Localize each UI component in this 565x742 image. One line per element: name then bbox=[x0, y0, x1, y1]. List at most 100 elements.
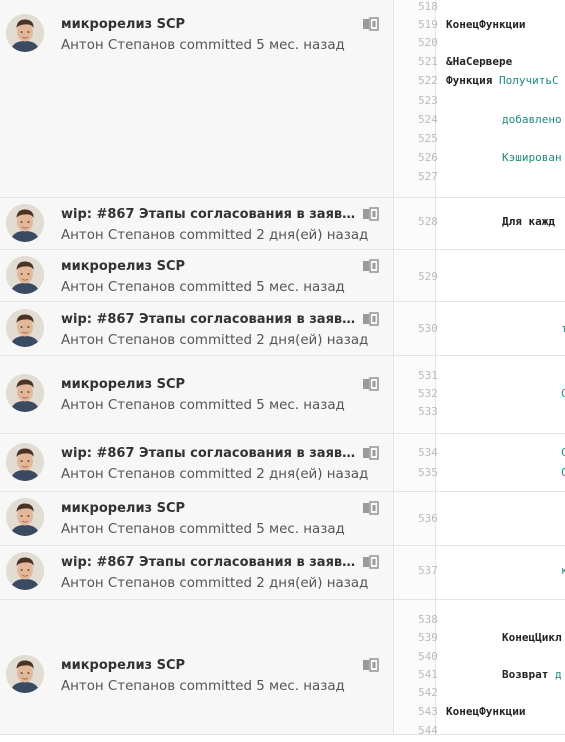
code-text: КонецФункции bbox=[446, 18, 525, 31]
line-number[interactable]: 543 bbox=[418, 705, 438, 718]
line-number[interactable]: 542 bbox=[418, 686, 438, 699]
code-text: Функция ПолучитьС bbox=[446, 74, 559, 87]
commit-action: committed bbox=[179, 467, 252, 482]
commit-title[interactable]: микрорелиз SCP bbox=[61, 658, 357, 673]
commit-time: 5 мес. назад bbox=[256, 522, 345, 537]
code-line: 533 bbox=[396, 405, 565, 423]
avatar[interactable] bbox=[6, 443, 44, 481]
code-text: С bbox=[561, 466, 565, 479]
line-number[interactable]: 531 bbox=[418, 369, 438, 382]
commit-title[interactable]: wip: #867 Этапы согласования в заявке на… bbox=[61, 446, 357, 461]
commit-author[interactable]: Антон Степанов bbox=[61, 228, 175, 243]
line-number[interactable]: 534 bbox=[418, 446, 438, 459]
line-number[interactable]: 533 bbox=[418, 405, 438, 418]
commit-byline: Антон Степанов committed 5 мес. назад bbox=[61, 679, 345, 694]
view-prior-blame-icon[interactable] bbox=[362, 554, 380, 569]
commit-time: 5 мес. назад bbox=[256, 280, 345, 295]
code-token: С bbox=[561, 446, 565, 459]
view-prior-blame-icon[interactable] bbox=[362, 206, 380, 221]
commit-byline: Антон Степанов committed 2 дня(ей) назад bbox=[61, 228, 368, 243]
line-number[interactable]: 540 bbox=[418, 650, 438, 663]
line-number[interactable]: 530 bbox=[418, 322, 438, 335]
avatar[interactable] bbox=[6, 552, 44, 590]
avatar[interactable] bbox=[6, 309, 44, 347]
commit-action: committed bbox=[179, 228, 252, 243]
commit-author[interactable]: Антон Степанов bbox=[61, 280, 175, 295]
line-number[interactable]: 544 bbox=[418, 724, 438, 737]
line-number[interactable]: 522 bbox=[418, 74, 438, 87]
code-line: 536 bbox=[396, 512, 565, 530]
commit-author[interactable]: Антон Степанов bbox=[61, 576, 175, 591]
line-number[interactable]: 523 bbox=[418, 94, 438, 107]
line-number[interactable]: 536 bbox=[418, 512, 438, 525]
commit-time: 2 дня(ей) назад bbox=[256, 467, 369, 482]
commit-title[interactable]: wip: #867 Этапы согласования в заявке на… bbox=[61, 312, 357, 327]
view-prior-blame-icon[interactable] bbox=[362, 500, 380, 515]
view-prior-blame-icon[interactable] bbox=[362, 16, 380, 31]
avatar[interactable] bbox=[6, 374, 44, 412]
avatar[interactable] bbox=[6, 498, 44, 536]
line-number[interactable]: 537 bbox=[418, 564, 438, 577]
commit-time: 5 мес. назад bbox=[256, 398, 345, 413]
commit-action: committed bbox=[179, 398, 252, 413]
avatar[interactable] bbox=[6, 14, 44, 52]
code-token: Возврат bbox=[502, 668, 549, 681]
avatar[interactable] bbox=[6, 256, 44, 294]
code-line: 540 bbox=[396, 650, 565, 668]
code-token: КонецЦикл bbox=[502, 631, 562, 644]
commit-title[interactable]: микрорелиз SCP bbox=[61, 259, 357, 274]
commit-title[interactable]: микрорелиз SCP bbox=[61, 377, 357, 392]
line-number[interactable]: 529 bbox=[418, 270, 438, 283]
commit-author[interactable]: Антон Степанов bbox=[61, 333, 175, 348]
line-number[interactable]: 538 bbox=[418, 613, 438, 626]
commit-author[interactable]: Антон Степанов bbox=[61, 467, 175, 482]
line-number[interactable]: 520 bbox=[418, 36, 438, 49]
commit-title[interactable]: микрорелиз SCP bbox=[61, 501, 357, 516]
code-line: 519 КонецФункции bbox=[396, 18, 565, 36]
code-line: 520 bbox=[396, 36, 565, 54]
avatar[interactable] bbox=[6, 204, 44, 242]
commit-action: committed bbox=[179, 280, 252, 295]
view-prior-blame-icon[interactable] bbox=[362, 376, 380, 391]
line-number[interactable]: 519 bbox=[418, 18, 438, 31]
line-number[interactable]: 532 bbox=[418, 387, 438, 400]
commit-time: 2 дня(ей) назад bbox=[256, 333, 369, 348]
commit-action: committed bbox=[179, 38, 252, 53]
line-number[interactable]: 535 bbox=[418, 466, 438, 479]
commit-action: committed bbox=[179, 522, 252, 537]
commit-title[interactable]: wip: #867 Этапы согласования в заявке на… bbox=[61, 207, 357, 222]
commit-time: 5 мес. назад bbox=[256, 679, 345, 694]
line-number[interactable]: 526 bbox=[418, 151, 438, 164]
view-prior-blame-icon[interactable] bbox=[362, 445, 380, 460]
line-number[interactable]: 539 bbox=[418, 631, 438, 644]
commit-author[interactable]: Антон Степанов bbox=[61, 522, 175, 537]
commit-title[interactable]: микрорелиз SCP bbox=[61, 17, 357, 32]
commit-title[interactable]: wip: #867 Этапы согласования в заявке на… bbox=[61, 555, 357, 570]
code-line: 531 bbox=[396, 369, 565, 387]
line-number[interactable]: 518 bbox=[418, 0, 438, 13]
code-text: к bbox=[561, 564, 565, 577]
code-line: 544 bbox=[396, 724, 565, 742]
line-number[interactable]: 528 bbox=[418, 215, 438, 228]
code-line: 538 bbox=[396, 613, 565, 631]
code-text: С bbox=[561, 387, 565, 400]
commit-byline: Антон Степанов committed 2 дня(ей) назад bbox=[61, 467, 368, 482]
hunk-meta bbox=[0, 434, 393, 491]
view-prior-blame-icon[interactable] bbox=[362, 258, 380, 273]
line-number[interactable]: 541 bbox=[418, 668, 438, 681]
avatar[interactable] bbox=[6, 655, 44, 693]
line-number[interactable]: 524 bbox=[418, 113, 438, 126]
commit-author[interactable]: Антон Степанов bbox=[61, 38, 175, 53]
code-text: КонецФункции bbox=[446, 705, 525, 718]
view-prior-blame-icon[interactable] bbox=[362, 657, 380, 672]
line-number[interactable]: 521 bbox=[418, 55, 438, 68]
line-number[interactable]: 525 bbox=[418, 132, 438, 145]
view-prior-blame-icon[interactable] bbox=[362, 311, 380, 326]
code-line: 526 Кэширован bbox=[396, 151, 565, 169]
code-token: С bbox=[561, 387, 565, 400]
commit-time: 2 дня(ей) назад bbox=[256, 576, 369, 591]
commit-author[interactable]: Антон Степанов bbox=[61, 679, 175, 694]
line-number[interactable]: 527 bbox=[418, 170, 438, 183]
code-line: 522 Функция ПолучитьС bbox=[396, 74, 565, 92]
commit-author[interactable]: Антон Степанов bbox=[61, 398, 175, 413]
